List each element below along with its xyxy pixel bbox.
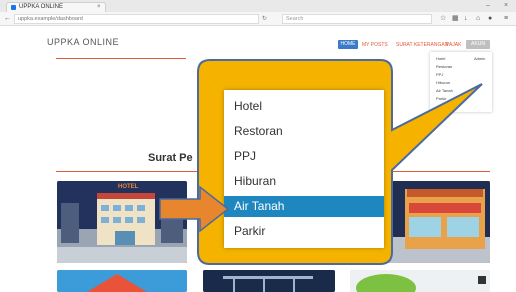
dropdown-item-ppj[interactable]: PPJ <box>224 146 384 167</box>
browser-tab[interactable]: UPPKA ONLINE × <box>6 2 106 12</box>
mini-item-hiburan[interactable]: Hiburan <box>436 80 450 85</box>
minimize-icon[interactable]: – <box>486 1 490 10</box>
mini-item-air-tanah[interactable]: Air Tanah <box>436 88 453 93</box>
ppj-card[interactable] <box>203 270 335 292</box>
mini-item-parkir[interactable]: Parkir <box>436 96 446 101</box>
tree-illustration <box>350 270 490 292</box>
nav-surat-keterangan[interactable]: SURAT KETERANGAN <box>396 41 448 49</box>
hotel-sign: HOTEL <box>118 184 139 190</box>
site-brand[interactable]: UPPKA ONLINE <box>47 37 119 47</box>
pointer-arrow-icon <box>159 185 230 233</box>
extension-icon[interactable]: ● <box>488 15 492 23</box>
ppj-illustration <box>203 270 335 292</box>
reload-icon[interactable]: ↻ <box>262 15 267 23</box>
back-icon[interactable]: ← <box>4 14 11 23</box>
entertainment-card[interactable] <box>57 270 187 292</box>
menu-icon[interactable]: ≡ <box>504 15 508 23</box>
window-close-icon[interactable]: × <box>504 1 508 10</box>
nav-my-posts[interactable]: MY POSTS <box>362 41 388 49</box>
mini-item-restoran[interactable]: Restoran <box>436 64 452 69</box>
tab-close-icon[interactable]: × <box>97 3 101 12</box>
tab-title: UPPKA ONLINE <box>19 4 64 10</box>
mini-item-hotel[interactable]: Hotel <box>436 56 445 61</box>
nav-akun-button[interactable]: AKUN <box>466 40 490 49</box>
download-icon[interactable]: ↓ <box>464 15 468 23</box>
nav-home[interactable]: HOME <box>338 40 358 49</box>
address-bar[interactable]: uppka.example/dashboard <box>14 14 259 24</box>
zoomed-dropdown-menu: Hotel Restoran PPJ Hiburan Air Tanah Par… <box>224 90 384 248</box>
favicon-icon <box>11 5 16 10</box>
home-icon[interactable]: ⌂ <box>476 15 480 23</box>
search-input[interactable]: Search <box>282 14 432 24</box>
header-divider <box>56 58 186 59</box>
search-placeholder: Search <box>286 16 304 22</box>
mini-user-label[interactable]: Admin <box>474 56 485 61</box>
parking-card[interactable] <box>350 270 490 292</box>
dropdown-item-restoran[interactable]: Restoran <box>224 121 384 142</box>
mini-item-ppj[interactable]: PPJ <box>436 72 443 77</box>
browser-tab-strip: UPPKA ONLINE × – × <box>0 0 516 12</box>
section-title: Surat Pe <box>148 152 193 164</box>
bookmark-star-icon[interactable]: ☆ <box>440 15 446 23</box>
dropdown-item-air-tanah[interactable]: Air Tanah <box>224 196 384 217</box>
dropdown-item-hotel[interactable]: Hotel <box>224 96 384 117</box>
dropdown-item-parkir[interactable]: Parkir <box>224 221 384 242</box>
entertainment-illustration <box>57 270 187 292</box>
reading-list-icon[interactable]: ▦ <box>452 15 459 23</box>
browser-toolbar: ← uppka.example/dashboard ↻ Search ☆ ▦ ↓… <box>0 12 516 26</box>
nav-pajak[interactable]: PAJAK <box>446 41 461 49</box>
dropdown-item-hiburan[interactable]: Hiburan <box>224 171 384 192</box>
